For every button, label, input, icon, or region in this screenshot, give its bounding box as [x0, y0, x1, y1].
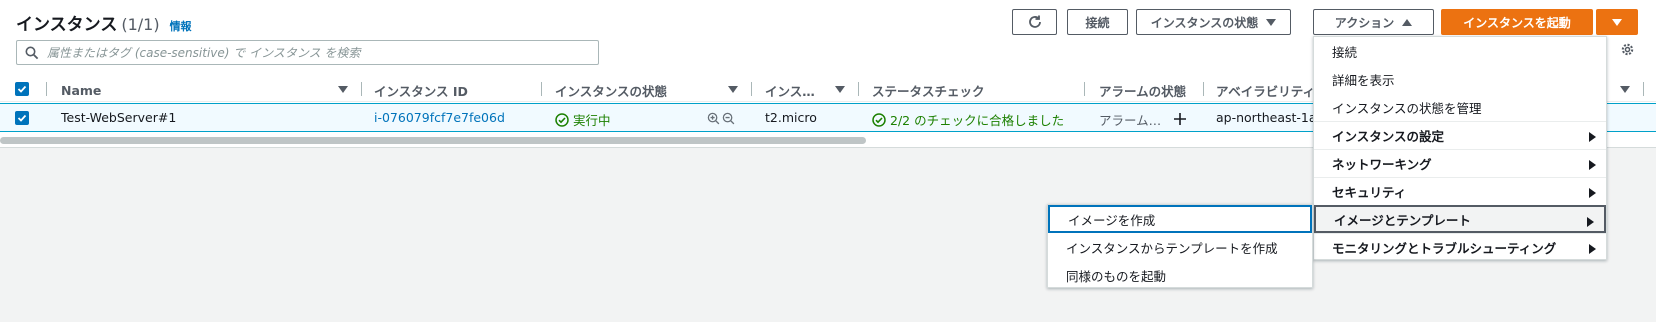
column-header-alarm-state[interactable]: アラームの状態 [1099, 81, 1186, 99]
refresh-icon [1028, 15, 1041, 28]
instance-id-link[interactable]: i-076079fcf7e7fe06d [374, 110, 505, 125]
menu-item-label: モニタリングとトラブルシューティング [1332, 241, 1557, 256]
search-input[interactable] [47, 45, 598, 60]
page-header: インスタンス (1/1) 情報 [16, 10, 192, 35]
zoom-out-icon[interactable] [722, 112, 735, 125]
column-separator[interactable] [1643, 82, 1644, 96]
sort-icon[interactable] [338, 86, 348, 93]
instance-type: t2.micro [765, 110, 817, 125]
submenu-arrow-icon [1589, 132, 1596, 142]
status-check-text: 2/2 のチェックに合格しました [890, 113, 1065, 128]
column-header-name[interactable]: Name [61, 81, 101, 99]
menu-item-monitoring-troubleshooting[interactable]: モニタリングとトラブルシューティング [1314, 233, 1606, 261]
menu-item-label: セキュリティ [1332, 185, 1407, 200]
zoom-in-icon[interactable] [707, 112, 720, 125]
availability-zone: ap-northeast-1a [1216, 110, 1317, 125]
search-icon [25, 46, 39, 59]
caret-up-icon [1402, 18, 1413, 26]
refresh-button[interactable] [1012, 9, 1057, 35]
column-header-availability-zone[interactable]: アベイラビリティ [1216, 81, 1315, 99]
image-templates-submenu: イメージを作成 インスタンスからテンプレートを作成 同様のものを起動 [1047, 204, 1313, 288]
column-header-instance-type[interactable]: インス… [765, 81, 815, 99]
menu-item-image-and-templates[interactable]: イメージとテンプレート [1314, 205, 1606, 233]
menu-item-view-details[interactable]: 詳細を表示 [1314, 65, 1606, 93]
column-separator[interactable] [1203, 82, 1204, 96]
menu-item-manage-instance-state[interactable]: インスタンスの状態を管理 [1314, 93, 1606, 121]
check-icon [17, 114, 27, 122]
success-check-icon [872, 112, 886, 127]
column-separator[interactable] [751, 82, 752, 96]
add-alarm-icon[interactable] [1173, 112, 1187, 126]
alarm-state: アラーム… [1099, 113, 1162, 128]
submenu-arrow-icon [1587, 217, 1594, 227]
launch-options-button[interactable] [1596, 9, 1638, 35]
menu-item-label: ネットワーキング [1332, 157, 1432, 172]
instance-state-button[interactable]: インスタンスの状態 [1136, 9, 1291, 35]
launch-instance-button[interactable]: インスタンスを起動 [1441, 9, 1593, 35]
instance-state-cell: 実行中 [555, 110, 611, 129]
launch-instance-button-label: インスタンスを起動 [1463, 15, 1571, 30]
instance-state-text: 実行中 [573, 113, 611, 128]
success-check-icon [555, 112, 569, 127]
page-title: インスタンス [16, 15, 118, 35]
column-separator [46, 82, 47, 96]
status-check-cell: 2/2 のチェックに合格しました [872, 110, 1064, 129]
menu-item-label: インスタンスの設定 [1332, 129, 1445, 144]
column-separator[interactable] [361, 82, 362, 96]
instance-state-button-label: インスタンスの状態 [1150, 15, 1259, 30]
select-all-checkbox[interactable] [15, 82, 29, 96]
sort-icon[interactable] [1620, 86, 1630, 93]
column-separator[interactable] [541, 82, 542, 96]
caret-down-icon [1266, 18, 1277, 26]
menu-item-label: イメージとテンプレート [1334, 212, 1471, 228]
column-header-status-check[interactable]: ステータスチェック [872, 81, 985, 99]
column-separator[interactable] [1084, 82, 1085, 96]
menu-item-connect[interactable]: 接続 [1314, 37, 1606, 65]
submenu-arrow-icon [1589, 160, 1596, 170]
search-bar [16, 40, 599, 65]
menu-item-create-template-from-instance[interactable]: インスタンスからテンプレートを作成 [1048, 233, 1312, 261]
sort-icon[interactable] [728, 86, 738, 93]
actions-button[interactable]: アクション [1313, 9, 1434, 35]
connect-button-label: 接続 [1085, 15, 1110, 30]
menu-item-networking[interactable]: ネットワーキング [1314, 149, 1606, 177]
submenu-arrow-icon [1589, 244, 1596, 254]
menu-item-create-image[interactable]: イメージを作成 [1048, 205, 1312, 233]
selection-count: (1/1) [121, 15, 160, 34]
submenu-arrow-icon [1589, 188, 1596, 198]
column-separator[interactable] [858, 82, 859, 96]
column-header-instance-state[interactable]: インスタンスの状態 [555, 81, 667, 99]
actions-menu: 接続 詳細を表示 インスタンスの状態を管理 インスタンスの設定 ネットワーキング… [1313, 36, 1607, 260]
connect-button[interactable]: 接続 [1067, 9, 1128, 35]
gear-icon[interactable] [1620, 42, 1635, 57]
menu-item-instance-settings[interactable]: インスタンスの設定 [1314, 121, 1606, 149]
menu-item-launch-more-like-this[interactable]: 同様のものを起動 [1048, 261, 1312, 289]
caret-down-icon [1612, 18, 1622, 26]
row-checkbox[interactable] [15, 111, 29, 125]
horizontal-scrollbar[interactable] [0, 137, 866, 144]
actions-button-label: アクション [1334, 15, 1395, 30]
instance-name: Test-WebServer#1 [61, 110, 177, 125]
sort-icon[interactable] [835, 86, 845, 93]
column-header-instance-id[interactable]: インスタンス ID [374, 81, 468, 99]
menu-item-security[interactable]: セキュリティ [1314, 177, 1606, 205]
info-link[interactable]: 情報 [170, 18, 192, 34]
check-icon [17, 85, 27, 93]
